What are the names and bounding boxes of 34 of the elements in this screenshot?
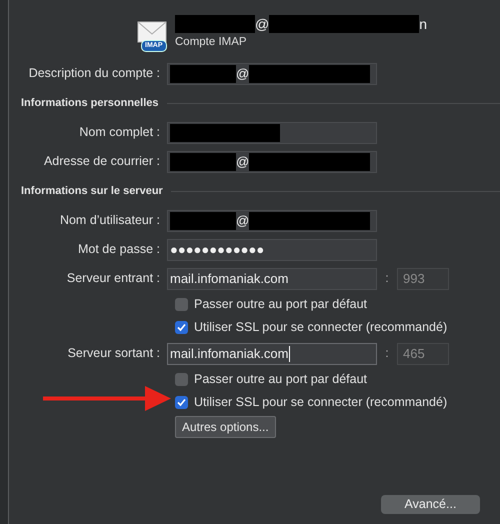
colon-label: :	[384, 270, 390, 288]
checkbox-label: Utiliser SSL pour se connecter (recommandé)	[194, 319, 448, 336]
account-type-label: Compte IMAP	[175, 35, 248, 50]
field-label: Serveur entrant :	[66, 270, 161, 288]
advanced-button[interactable]: Avancé...	[381, 495, 480, 514]
section-heading: Informations personnelles	[21, 96, 159, 111]
field-label: Description du compte :	[28, 65, 161, 82]
section-heading: Informations sur le serveur	[21, 184, 163, 199]
input-field[interactable]: @	[167, 210, 377, 232]
input-field[interactable]: mail.infomaniak.com	[167, 268, 377, 290]
colon-label: :	[384, 345, 390, 362]
field-label: Nom complet :	[78, 124, 161, 142]
redaction-bar	[170, 212, 236, 230]
input-field[interactable]: ●●●●●●●●●●●●	[167, 238, 377, 261]
checkbox[interactable]	[175, 321, 188, 334]
checkbox[interactable]	[175, 373, 188, 386]
more-options-button[interactable]: Autres options...	[175, 416, 276, 438]
field-label: Nom d’utilisateur :	[58, 212, 161, 230]
redaction-bar	[170, 64, 236, 83]
input-field[interactable]: @	[167, 150, 377, 173]
checkbox[interactable]	[175, 298, 188, 312]
input-field[interactable]	[167, 122, 377, 144]
checkbox-label: Passer outre au port par défaut	[194, 296, 368, 314]
account-title: @	[255, 14, 270, 34]
checkbox-label: Passer outre au port par défaut	[194, 371, 368, 388]
checkbox[interactable]	[175, 396, 188, 410]
field-label: Mot de passe :	[77, 241, 161, 258]
account-title: n	[419, 14, 428, 34]
input-field[interactable]: mail.infomaniak.com	[167, 342, 377, 365]
checkbox-label: Utiliser SSL pour se connecter (recommandé)	[194, 394, 448, 412]
field-label: Serveur sortant :	[66, 345, 161, 362]
field-label: Adresse de courrier :	[42, 153, 161, 170]
input-field[interactable]: @	[167, 62, 377, 85]
redaction-bar	[170, 152, 236, 171]
